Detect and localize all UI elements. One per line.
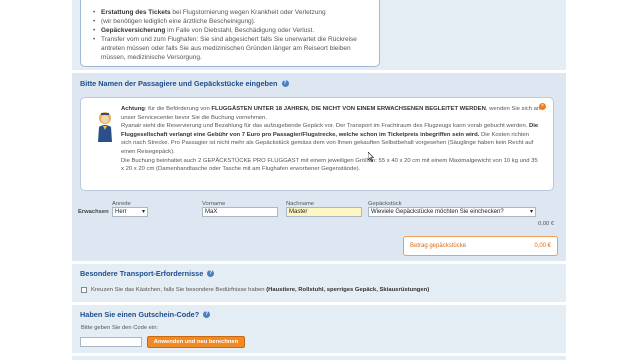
benefit-item-cont: (wir benötigen lediglich eine ärztliche … bbox=[93, 17, 369, 26]
baggage-total-label: Betrag gepäckstücke bbox=[410, 243, 467, 249]
section-divider bbox=[72, 353, 566, 356]
section-divider bbox=[72, 302, 566, 305]
help-icon[interactable]: ? bbox=[203, 311, 211, 318]
transport-section-title: Besondere Transport-Erfordernisse ? bbox=[80, 269, 215, 278]
section-divider bbox=[72, 261, 566, 264]
passenger-type-label: Erwachsen bbox=[78, 209, 109, 215]
voucher-section-title: Haben Sie einen Gutschein-Code? ? bbox=[80, 310, 211, 319]
special-needs-checkbox[interactable] bbox=[81, 287, 87, 293]
apply-recalculate-button[interactable]: Anwenden und neu berechnen bbox=[147, 336, 245, 348]
baggage-count-select[interactable]: Wieviele Gepäckstücke möchten Sie einche… bbox=[368, 207, 536, 217]
passengers-section-title: Bitte Namen der Passagiere und Gepäckstü… bbox=[80, 79, 289, 88]
help-icon[interactable]: ? bbox=[207, 270, 215, 277]
nachname-input[interactable]: Master bbox=[286, 207, 362, 217]
anrede-select[interactable]: Herr bbox=[112, 207, 148, 217]
benefit-item: Gepäckversicherung im Falle von Diebstah… bbox=[93, 26, 369, 35]
close-icon[interactable]: × bbox=[539, 103, 546, 110]
booking-page: Erstattung des Tickets bei Flugstornieru… bbox=[72, 0, 566, 360]
benefit-item: Transfer vom und zum Flughafen: Sie sind… bbox=[93, 35, 369, 62]
help-icon[interactable]: ? bbox=[281, 80, 289, 87]
voucher-input-label: Bitte geben Sie den Code ein: bbox=[81, 325, 159, 331]
notice-text: Achtung: für die Beförderung von FLUGGÄS… bbox=[121, 106, 541, 173]
passenger-baggage-price: 0,00 € bbox=[538, 221, 555, 227]
special-needs-label: Kreuzen Sie das Kästchen, falls Sie beso… bbox=[91, 287, 430, 293]
vorname-input[interactable]: MaX bbox=[202, 207, 278, 217]
mouse-cursor-icon bbox=[368, 152, 374, 162]
benefit-item: Erstattung des Tickets bei Flugstornieru… bbox=[93, 8, 369, 17]
baggage-total-value: 0,00 € bbox=[534, 243, 551, 249]
baggage-total-box: Betrag gepäckstücke 0,00 € bbox=[403, 236, 558, 256]
flight-attendant-icon bbox=[98, 112, 112, 142]
voucher-code-input[interactable] bbox=[80, 337, 142, 347]
minors-baggage-notice: Achtung: für die Beförderung von FLUGGÄS… bbox=[80, 97, 554, 191]
insurance-benefits-box: Erstattung des Tickets bei Flugstornieru… bbox=[80, 0, 380, 67]
